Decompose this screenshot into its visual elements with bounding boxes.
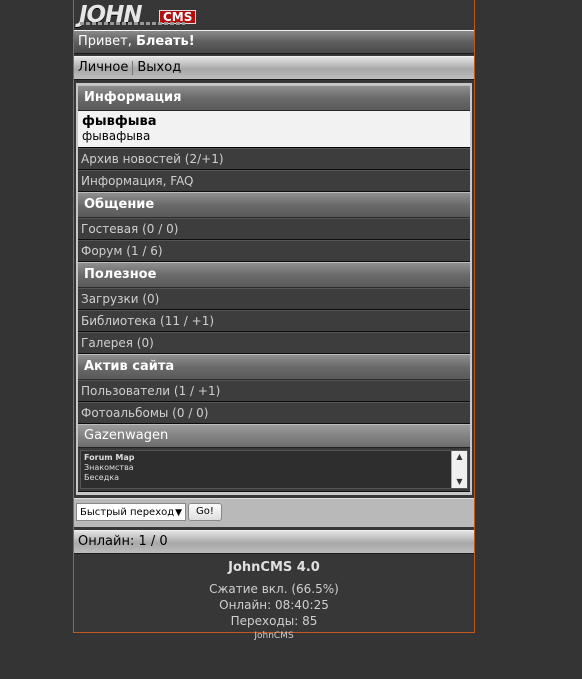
quick-jump-select[interactable]: Быстрый переход ▼ [76,503,186,521]
section-header-activity: Актив сайта [78,354,470,380]
footer-compression: Сжатие вкл. (66.5%) [209,582,339,596]
footer-title: JohnCMS 4.0 [228,560,320,575]
logo-underline [80,22,185,25]
section-header-chat: Общение [78,192,470,218]
section-header-useful: Полезное [78,262,470,288]
nav-divider [132,60,134,75]
greeting-prefix: Привет, [78,34,132,49]
footer-online-time: Онлайн: 08:40:25 [219,598,329,612]
menu-item-forum[interactable]: Форум (1 / 6) [78,240,470,262]
go-button[interactable]: Go! [188,503,222,521]
menu-item-albums[interactable]: Фотоальбомы (0 / 0) [78,402,470,424]
greeting-name: Блеать! [135,34,195,49]
section-header-info: Информация [78,85,470,111]
main-content: Информация фывфыва фывафыва Архив новост… [76,83,472,495]
quick-jump-bar: Быстрый переход ▼ Go! [74,498,474,527]
menu-item-library[interactable]: Библиотека (11 / +1) [78,310,470,332]
gazenwagen-header: Gazenwagen [78,424,470,448]
scrollbar[interactable]: ▲ ▼ [451,451,467,488]
site-logo[interactable]: JOHN CMS [74,0,474,30]
personal-link[interactable]: Личное [78,60,128,75]
menu-item-guestbook[interactable]: Гостевая (0 / 0) [78,218,470,240]
logout-link[interactable]: Выход [137,60,181,75]
online-bar[interactable]: Онлайн: 1 / 0 [74,530,474,554]
gazenwagen-list[interactable]: Forum Map Знакомства Беседка ▲ ▼ [80,450,468,489]
gazenwagen-line[interactable]: Знакомства [84,463,464,473]
menu-item-downloads[interactable]: Загрузки (0) [78,288,470,310]
gazenwagen-line[interactable]: Беседка [84,473,464,483]
user-nav: Личное Выход [74,56,474,80]
chevron-down-icon: ▼ [175,508,182,518]
news-body: фывафыва [82,129,151,143]
greeting-bar: Привет, Блеать! [74,30,474,54]
menu-item-gallery[interactable]: Галерея (0) [78,332,470,354]
footer: JohnCMS 4.0 Сжатие вкл. (66.5%) Онлайн: … [74,554,474,641]
scroll-down-icon[interactable]: ▼ [452,476,467,488]
menu-item-users[interactable]: Пользователи (1 / +1) [78,380,470,402]
page-container: JOHN CMS Привет, Блеать! Личное Выход Инф… [73,0,475,641]
news-item[interactable]: фывфыва фывафыва [78,111,470,148]
gazenwagen-line[interactable]: Forum Map [84,453,464,463]
menu-item-faq[interactable]: Информация, FAQ [78,170,470,192]
gazenwagen-box: Forum Map Знакомства Беседка ▲ ▼ [78,448,470,492]
footer-hits: Переходы: 85 [230,614,318,628]
footer-copyright[interactable]: JohnCMS [74,631,474,641]
menu-item-news-archive[interactable]: Архив новостей (2/+1) [78,148,470,170]
news-title: фывфыва [82,114,157,129]
scroll-up-icon[interactable]: ▲ [452,451,467,463]
quick-jump-value: Быстрый переход [80,507,175,518]
